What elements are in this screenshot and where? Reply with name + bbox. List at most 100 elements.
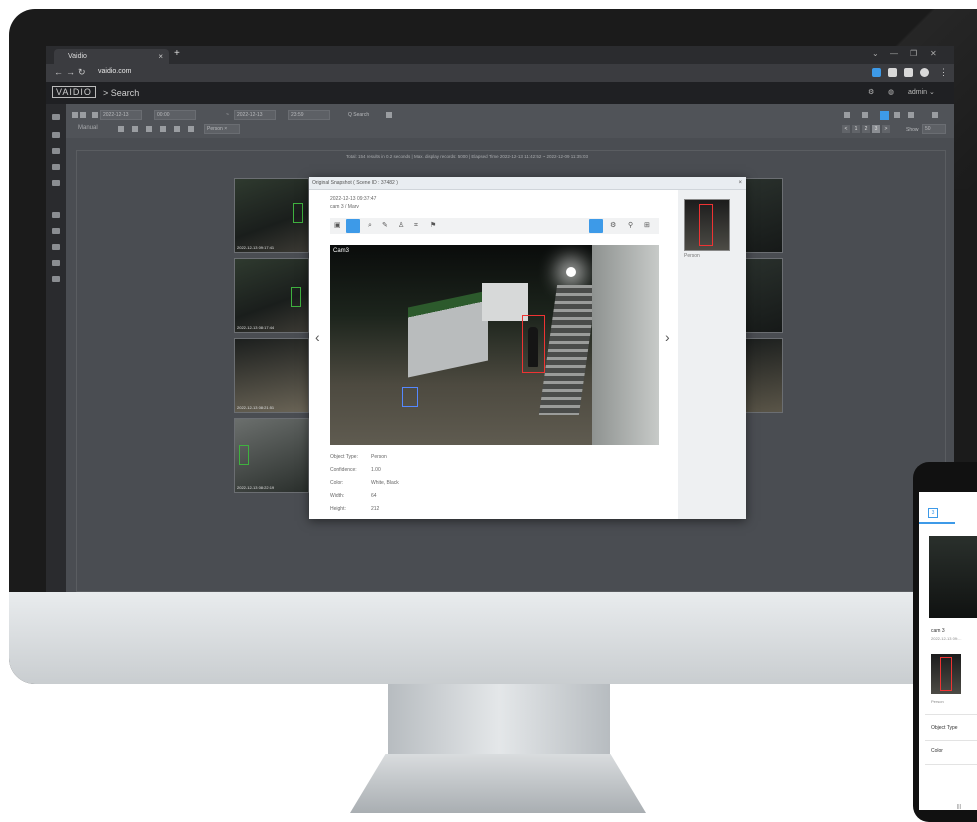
focus-nav-icon[interactable] bbox=[52, 164, 60, 170]
phone-frame: 3 cam 3 2022-12-13 09:... Person Object … bbox=[913, 462, 977, 822]
play-icon[interactable] bbox=[72, 112, 78, 118]
phone-home-icon[interactable]: ||| bbox=[957, 804, 961, 810]
group-filter-icon[interactable] bbox=[174, 126, 180, 132]
tab-search-icon[interactable]: ⌄ bbox=[872, 49, 879, 58]
tab-close-icon[interactable]: × bbox=[158, 49, 163, 64]
result-thumbnail-right[interactable] bbox=[745, 178, 783, 253]
prev-arrow-icon[interactable]: ‹ bbox=[315, 329, 320, 345]
search-toolbar: 2022-12-13 00:00 ~ 2022-12-13 23:59 Q Se… bbox=[66, 104, 954, 138]
search-button[interactable]: Q Search bbox=[348, 112, 369, 118]
file-nav-icon[interactable] bbox=[52, 212, 60, 218]
camera-nav-icon[interactable] bbox=[52, 228, 60, 234]
minimize-icon[interactable]: — bbox=[890, 49, 898, 58]
attr-value: 64 bbox=[371, 493, 377, 499]
user-nav-icon[interactable] bbox=[52, 260, 60, 266]
save-icon[interactable] bbox=[844, 112, 850, 118]
url-field[interactable]: vaidio.com bbox=[98, 68, 131, 75]
page-next[interactable]: > bbox=[882, 125, 890, 133]
modal-title-text: Original Snapshot ( Scene ID : 37482 ) bbox=[312, 180, 398, 186]
camera-snapshot: Cam3 bbox=[330, 245, 659, 445]
image-icon[interactable]: ▣ bbox=[334, 222, 341, 230]
vehicle-filter-icon[interactable] bbox=[146, 126, 152, 132]
snapshot-toggle-icon[interactable] bbox=[589, 219, 603, 233]
alert-nav-icon[interactable] bbox=[52, 148, 60, 154]
page-prev[interactable]: < bbox=[842, 125, 850, 133]
new-tab-icon[interactable]: + bbox=[174, 48, 180, 59]
puzzle-icon[interactable] bbox=[888, 68, 897, 77]
breadcrumb: > Search bbox=[103, 88, 140, 98]
face-filter-icon[interactable] bbox=[160, 126, 166, 132]
flag-icon[interactable]: ⚑ bbox=[430, 222, 436, 230]
maximize-icon[interactable]: ❐ bbox=[910, 49, 917, 58]
result-thumbnail[interactable]: 2022-12-13 08:21:51 bbox=[234, 338, 309, 413]
time-to-input[interactable]: 23:59 bbox=[288, 110, 330, 120]
close-icon[interactable]: × bbox=[738, 177, 742, 190]
grid-view-icon[interactable] bbox=[880, 111, 889, 120]
forward-icon[interactable]: → bbox=[66, 67, 75, 77]
reload-icon[interactable]: ↻ bbox=[78, 67, 86, 78]
address-bar: ← → ↻ vaidio.com ⋮ bbox=[46, 64, 954, 82]
export-icon[interactable] bbox=[932, 112, 938, 118]
scene-lamp bbox=[566, 267, 576, 277]
filter-chip[interactable]: Person × bbox=[204, 124, 240, 134]
date-to-value: 2022-12-13 bbox=[237, 112, 263, 118]
result-thumbnail[interactable]: 2022-12-13 08:17:44 bbox=[234, 258, 309, 333]
user-menu[interactable]: admin ⌄ bbox=[908, 88, 935, 96]
phone-snapshot-tab[interactable]: 3 bbox=[928, 508, 938, 518]
grid-icon[interactable]: ⊞ bbox=[644, 222, 650, 230]
search-icon[interactable]: ⌕ bbox=[368, 222, 372, 230]
time-from-value: 00:00 bbox=[157, 112, 170, 118]
thumb-timestamp: 2022-12-13 08:22:19 bbox=[237, 485, 275, 490]
tag-filter-icon[interactable] bbox=[188, 126, 194, 132]
settings-nav-icon[interactable] bbox=[52, 276, 60, 282]
page-1[interactable]: 1 bbox=[852, 125, 860, 133]
chart-nav-icon[interactable] bbox=[52, 180, 60, 186]
page-2[interactable]: 2 bbox=[862, 125, 870, 133]
extension-icon[interactable] bbox=[872, 68, 881, 77]
browser-tab-bar: Vaidio × + ⌄ — ❐ ✕ bbox=[46, 46, 954, 64]
date-from-input[interactable]: 2022-12-13 bbox=[100, 110, 142, 120]
time-from-input[interactable]: 00:00 bbox=[154, 110, 196, 120]
next-arrow-icon[interactable]: › bbox=[665, 329, 670, 345]
phone-date: 2022-12-13 09:... bbox=[931, 636, 962, 641]
date-to-input[interactable]: 2022-12-13 bbox=[234, 110, 276, 120]
snapshot-toolbar: ▣ ⌕ ✎ ♙ ⌗ ⚑ ⚙ ⚲ ⊞ bbox=[330, 218, 659, 234]
record-icon[interactable] bbox=[80, 112, 86, 118]
result-thumbnail[interactable]: 2022-12-13 09:17:41 bbox=[234, 178, 309, 253]
result-thumbnail-right[interactable] bbox=[745, 338, 783, 413]
result-thumbnail[interactable]: 2022-12-13 08:22:19 bbox=[234, 418, 309, 493]
list-view-icon[interactable] bbox=[862, 112, 868, 118]
crop-icon[interactable]: ⌗ bbox=[414, 222, 418, 230]
camera-select-icon[interactable] bbox=[386, 112, 392, 118]
calendar-icon[interactable] bbox=[92, 112, 98, 118]
filter-icon-1[interactable] bbox=[118, 126, 124, 132]
location-icon[interactable]: ⚲ bbox=[628, 222, 633, 230]
profile-icon[interactable] bbox=[920, 68, 929, 77]
attr-key: Confidence: bbox=[330, 467, 357, 473]
phone-object-thumbnail[interactable] bbox=[931, 654, 961, 694]
search-nav-icon[interactable] bbox=[52, 114, 60, 120]
page-3-active[interactable]: 3 bbox=[872, 125, 880, 133]
detection-box bbox=[291, 287, 301, 307]
globe-icon[interactable]: ◍ bbox=[888, 88, 894, 96]
menu-icon[interactable]: ⋮ bbox=[939, 67, 948, 78]
snapshot-view-icon[interactable] bbox=[346, 219, 360, 233]
person-filter-icon[interactable] bbox=[132, 126, 138, 132]
map-pin-icon[interactable] bbox=[894, 112, 900, 118]
sidepanel-icon[interactable] bbox=[904, 68, 913, 77]
tag-icon[interactable]: ✎ bbox=[382, 222, 388, 230]
settings-icon[interactable]: ⚙ bbox=[610, 222, 616, 230]
timeline-icon[interactable] bbox=[908, 112, 914, 118]
back-icon[interactable]: ← bbox=[54, 67, 63, 77]
browser-tab[interactable]: Vaidio × bbox=[54, 49, 169, 64]
phone-camera-name: cam 3 bbox=[931, 628, 945, 634]
tools-nav-icon[interactable] bbox=[52, 132, 60, 138]
close-window-icon[interactable]: ✕ bbox=[930, 49, 937, 58]
object-thumbnail[interactable] bbox=[684, 199, 730, 251]
vms-nav-icon[interactable] bbox=[52, 244, 60, 250]
settings-icon[interactable]: ⚙ bbox=[868, 88, 874, 96]
phone-screen: 3 cam 3 2022-12-13 09:... Person Object … bbox=[919, 492, 977, 810]
page-size-select[interactable]: 50 bbox=[922, 124, 946, 134]
result-thumbnail-right[interactable] bbox=[745, 258, 783, 333]
person-icon[interactable]: ♙ bbox=[398, 222, 404, 230]
